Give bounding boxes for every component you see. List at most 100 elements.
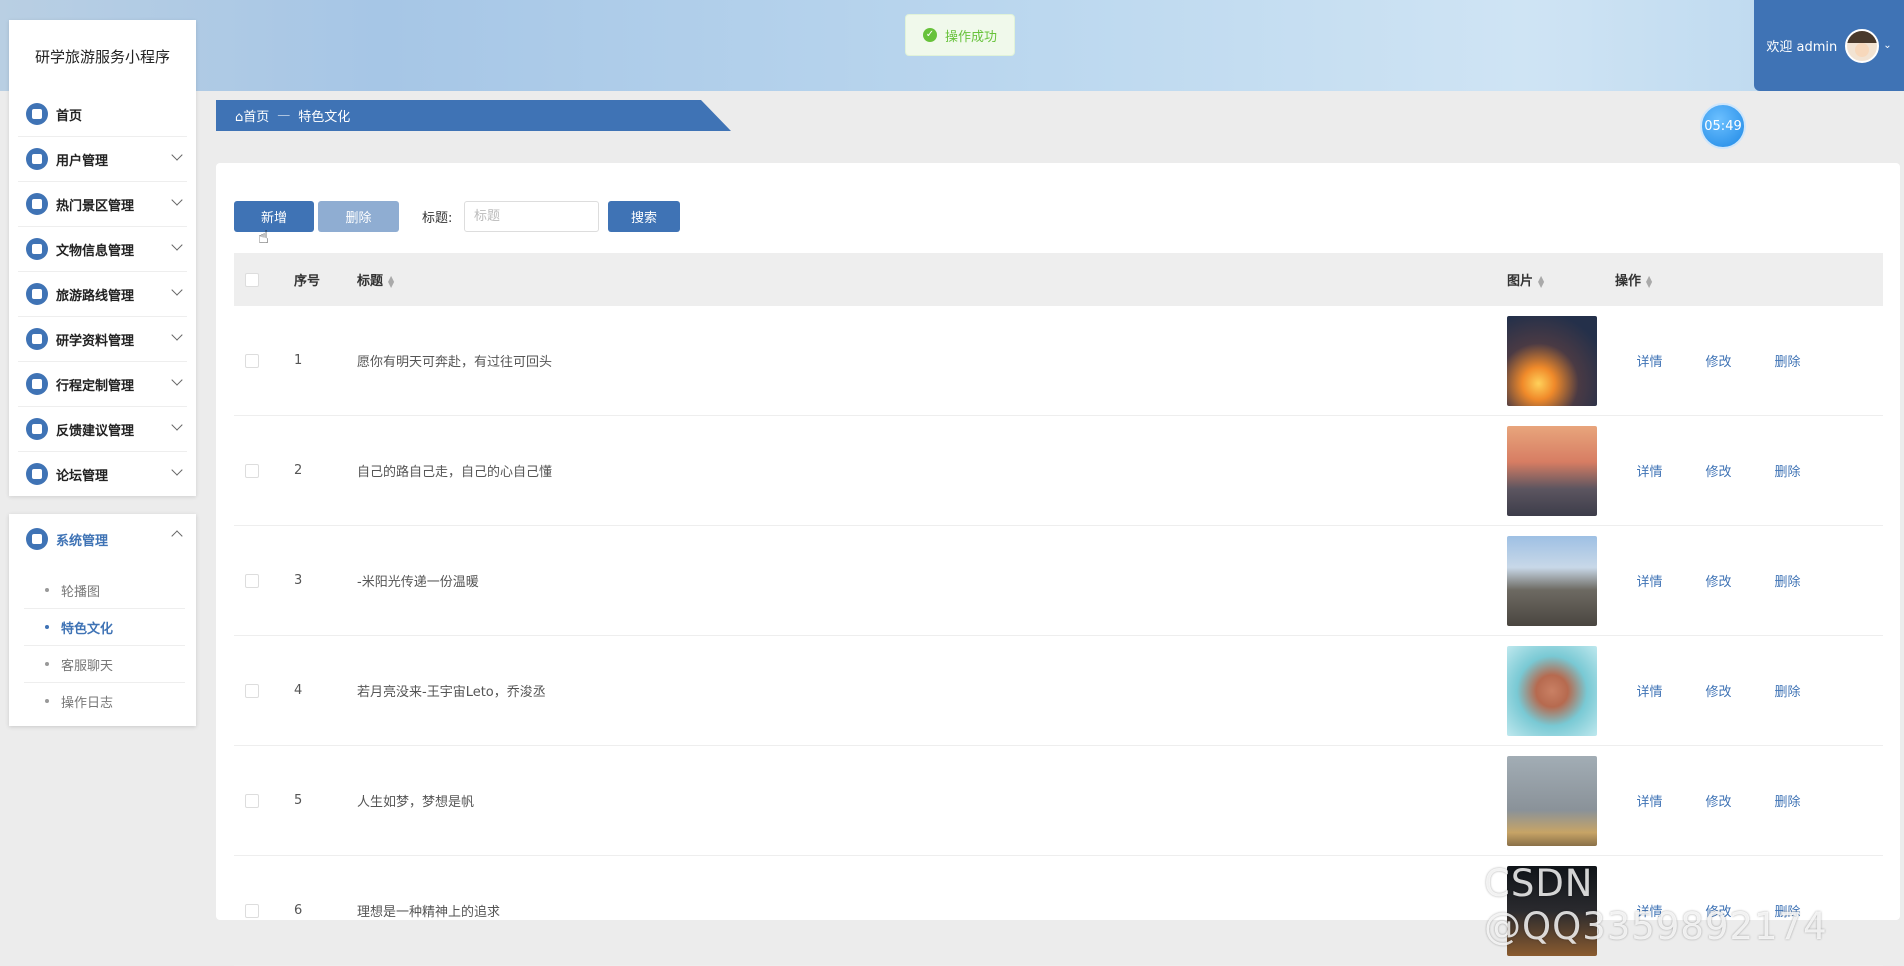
success-toast: ✓ 操作成功 [905, 14, 1015, 56]
chevron-down-icon [171, 419, 183, 431]
table-row: 5 人生如梦，梦想是帆 详情 修改 删除 [234, 746, 1883, 856]
sidebar-item-home[interactable]: 首页 [18, 92, 187, 137]
sidebar-item-label: 用户管理 [56, 153, 109, 169]
chevron-down-icon [171, 329, 183, 341]
column-header-image[interactable]: 图片 ▲ ▼ [1507, 270, 1615, 289]
row-image[interactable] [1507, 315, 1597, 406]
sidebar-item-label: 首页 [56, 108, 83, 124]
table-row: 3 -米阳光传递一份温暖 详情 修改 删除 [234, 526, 1883, 636]
scenic-icon [26, 193, 48, 215]
sidebar-subitem-culture[interactable]: 特色文化 [24, 609, 185, 646]
row-no: 5 [294, 793, 303, 808]
row-image[interactable] [1507, 645, 1597, 736]
row-checkbox[interactable] [245, 903, 259, 918]
detail-link[interactable]: 详情 [1615, 791, 1684, 810]
detail-link[interactable]: 详情 [1615, 351, 1684, 370]
add-button[interactable]: 新增 [234, 201, 314, 232]
row-image[interactable] [1507, 755, 1597, 846]
sidebar-subitem-label: 轮播图 [61, 584, 101, 600]
detail-link[interactable]: 详情 [1615, 461, 1684, 480]
avatar[interactable] [1845, 28, 1880, 63]
materials-icon [26, 328, 48, 350]
sidebar-item-itinerary[interactable]: 行程定制管理 [18, 362, 187, 407]
row-title: 若月亮没来-王宇宙Leto，乔浚丞 [357, 685, 546, 700]
sidebar-item-label: 旅游路线管理 [56, 288, 135, 304]
breadcrumb-current: 特色文化 [298, 110, 351, 125]
sidebar-subitem-logs[interactable]: 操作日志 [24, 683, 185, 719]
row-image[interactable] [1507, 425, 1597, 516]
breadcrumb-separator: — [277, 108, 291, 123]
sidebar-subitem-label: 客服聊天 [61, 658, 114, 674]
user-menu[interactable]: 欢迎 admin ⌄ [1754, 0, 1904, 91]
chevron-up-icon [171, 530, 183, 542]
search-button[interactable]: 搜索 [608, 201, 680, 232]
row-no: 2 [294, 463, 303, 478]
delete-link[interactable]: 删除 [1753, 351, 1822, 370]
row-title: 自己的路自己走，自己的心自己懂 [357, 465, 553, 480]
sort-icon[interactable]: ▲ ▼ [1646, 274, 1652, 288]
sidebar-item-routes[interactable]: 旅游路线管理 [18, 272, 187, 317]
sidebar-item-label: 文物信息管理 [56, 243, 135, 259]
edit-link[interactable]: 修改 [1684, 681, 1753, 700]
sort-icon[interactable]: ▲ ▼ [388, 274, 394, 288]
delete-link[interactable]: 删除 [1753, 571, 1822, 590]
row-checkbox[interactable] [245, 463, 259, 478]
row-checkbox[interactable] [245, 793, 259, 808]
sidebar-subitem-chat[interactable]: 客服聊天 [24, 646, 185, 683]
sidebar-item-scenic[interactable]: 热门景区管理 [18, 182, 187, 227]
feedback-icon [26, 418, 48, 440]
edit-link[interactable]: 修改 [1684, 791, 1753, 810]
app-title: 研学旅游服务小程序 [34, 47, 170, 66]
route-icon [26, 283, 48, 305]
row-checkbox[interactable] [245, 683, 259, 698]
chevron-down-icon [171, 149, 183, 161]
column-header-ops[interactable]: 操作 ▲ ▼ [1615, 270, 1652, 289]
chevron-down-icon[interactable]: ⌄ [1883, 40, 1891, 51]
detail-link[interactable]: 详情 [1615, 681, 1684, 700]
delete-button[interactable]: 删除 [318, 201, 399, 232]
edit-link[interactable]: 修改 [1684, 351, 1753, 370]
content-panel: 新增 删除 ☝ 标题: 搜索 序号 标题▲▼ 图片▲▼ 操作▲▼ 1 愿你有明天… [216, 163, 1900, 966]
sidebar-subitem-carousel[interactable]: 轮播图 [24, 572, 185, 609]
user-icon [26, 148, 48, 170]
row-checkbox[interactable] [245, 573, 259, 588]
row-title: 人生如梦，梦想是帆 [357, 795, 475, 810]
sidebar: 研学旅游服务小程序 首页 用户管理 热门景区管理 文物信息管理 旅游路线管理 研… [9, 20, 196, 496]
row-no: 1 [294, 353, 303, 368]
row-checkbox[interactable] [245, 353, 259, 368]
sidebar-item-feedback[interactable]: 反馈建议管理 [18, 407, 187, 452]
row-image[interactable] [1507, 535, 1597, 626]
chevron-down-icon [171, 284, 183, 296]
sidebar-item-materials[interactable]: 研学资料管理 [18, 317, 187, 362]
sidebar-item-system[interactable]: 系统管理 [18, 514, 187, 564]
row-no: 4 [294, 683, 303, 698]
detail-link[interactable]: 详情 [1615, 571, 1684, 590]
delete-link[interactable]: 删除 [1753, 681, 1822, 700]
system-icon [26, 528, 48, 550]
table-row: 2 自己的路自己走，自己的心自己懂 详情 修改 删除 [234, 416, 1883, 526]
hand-cursor-icon: ☝ [258, 227, 269, 248]
breadcrumb-home[interactable]: ⌂首页 [235, 106, 269, 125]
welcome-text: 欢迎 admin [1766, 40, 1838, 55]
row-title: 理想是一种精神上的追求 [357, 905, 501, 920]
sidebar-item-relics[interactable]: 文物信息管理 [18, 227, 187, 272]
select-all-checkbox[interactable] [245, 272, 259, 287]
relic-icon [26, 238, 48, 260]
sidebar-item-forum[interactable]: 论坛管理 [18, 452, 187, 496]
delete-link[interactable]: 删除 [1753, 461, 1822, 480]
chevron-down-icon [171, 374, 183, 386]
sidebar-item-users[interactable]: 用户管理 [18, 137, 187, 182]
column-header-title[interactable]: 标题 ▲ ▼ [357, 270, 1507, 289]
edit-link[interactable]: 修改 [1684, 571, 1753, 590]
sidebar-item-label: 行程定制管理 [56, 378, 135, 394]
title-search-input[interactable] [464, 201, 599, 232]
sidebar-item-label: 反馈建议管理 [56, 423, 135, 439]
itinerary-icon [26, 373, 48, 395]
edit-link[interactable]: 修改 [1684, 461, 1753, 480]
row-no: 3 [294, 573, 303, 588]
delete-link[interactable]: 删除 [1753, 791, 1822, 810]
table-row: 4 若月亮没来-王宇宙Leto，乔浚丞 详情 修改 删除 [234, 636, 1883, 746]
sidebar-item-label: 研学资料管理 [56, 333, 135, 349]
chevron-down-icon [171, 194, 183, 206]
sort-icon[interactable]: ▲ ▼ [1538, 274, 1544, 288]
